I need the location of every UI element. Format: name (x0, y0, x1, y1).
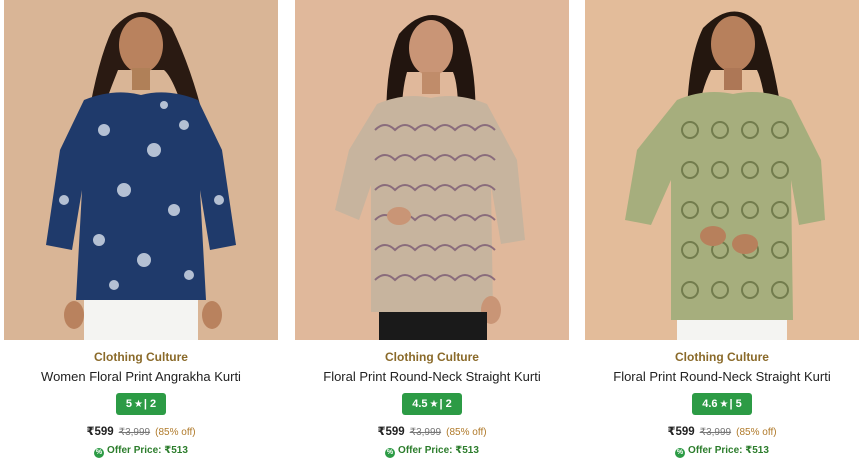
model-illustration (295, 0, 569, 340)
star-icon: ★ (429, 399, 439, 410)
product-title[interactable]: Women Floral Print Angrakha Kurti (4, 369, 278, 385)
product-title[interactable]: Floral Print Round-Neck Straight Kurti (585, 369, 859, 385)
product-image[interactable] (585, 0, 859, 340)
discount-label: (85% off) (446, 427, 487, 438)
selling-price: ₹599 (667, 426, 695, 438)
model-illustration (4, 0, 278, 340)
offer-price: % Offer Price: ₹513 (585, 445, 859, 459)
review-count: 5 (735, 398, 742, 410)
offer-price: % Offer Price: ₹513 (4, 445, 278, 459)
product-card[interactable]: Clothing Culture Women Floral Print Angr… (4, 0, 278, 472)
selling-price: ₹599 (86, 426, 114, 438)
discount-label: (85% off) (155, 427, 196, 438)
product-image[interactable] (4, 0, 278, 340)
rating-badge: 4.5 ★| 2 (402, 393, 462, 415)
offer-price: % Offer Price: ₹513 (295, 445, 569, 459)
price-row: ₹599 ₹3,999 (85% off) (585, 424, 859, 438)
star-icon: ★ (133, 399, 143, 410)
offer-icon: % (675, 448, 686, 458)
offer-price-label: Offer Price: ₹513 (398, 445, 479, 456)
price-row: ₹599 ₹3,999 (85% off) (295, 424, 569, 438)
offer-icon: % (385, 448, 396, 458)
rating-badge: 4.6 ★| 5 (692, 393, 752, 415)
brand-name[interactable]: Clothing Culture (295, 350, 569, 364)
brand-name[interactable]: Clothing Culture (4, 350, 278, 364)
offer-price-label: Offer Price: ₹513 (107, 445, 188, 456)
product-card[interactable]: Clothing Culture Floral Print Round-Neck… (295, 0, 569, 472)
brand-name[interactable]: Clothing Culture (585, 350, 859, 364)
rating-value: 4.5 (412, 398, 428, 410)
rating-value: 5 (125, 398, 132, 410)
star-icon: ★ (719, 399, 729, 410)
discount-label: (85% off) (736, 427, 777, 438)
review-count: 2 (150, 398, 157, 410)
offer-price-label: Offer Price: ₹513 (688, 445, 769, 456)
selling-price: ₹599 (377, 426, 405, 438)
product-title[interactable]: Floral Print Round-Neck Straight Kurti (295, 369, 569, 385)
rating-value: 4.6 (702, 398, 718, 410)
rating-badge: 5 ★| 2 (115, 393, 167, 415)
original-price: ₹3,999 (699, 427, 732, 438)
original-price: ₹3,999 (409, 427, 442, 438)
product-card[interactable]: Clothing Culture Floral Print Round-Neck… (585, 0, 859, 472)
product-image[interactable] (295, 0, 569, 340)
offer-icon: % (94, 448, 105, 458)
price-row: ₹599 ₹3,999 (85% off) (4, 424, 278, 438)
model-illustration (585, 0, 859, 340)
review-count: 2 (445, 398, 452, 410)
original-price: ₹3,999 (118, 427, 151, 438)
product-grid: Clothing Culture Women Floral Print Angr… (0, 0, 864, 472)
